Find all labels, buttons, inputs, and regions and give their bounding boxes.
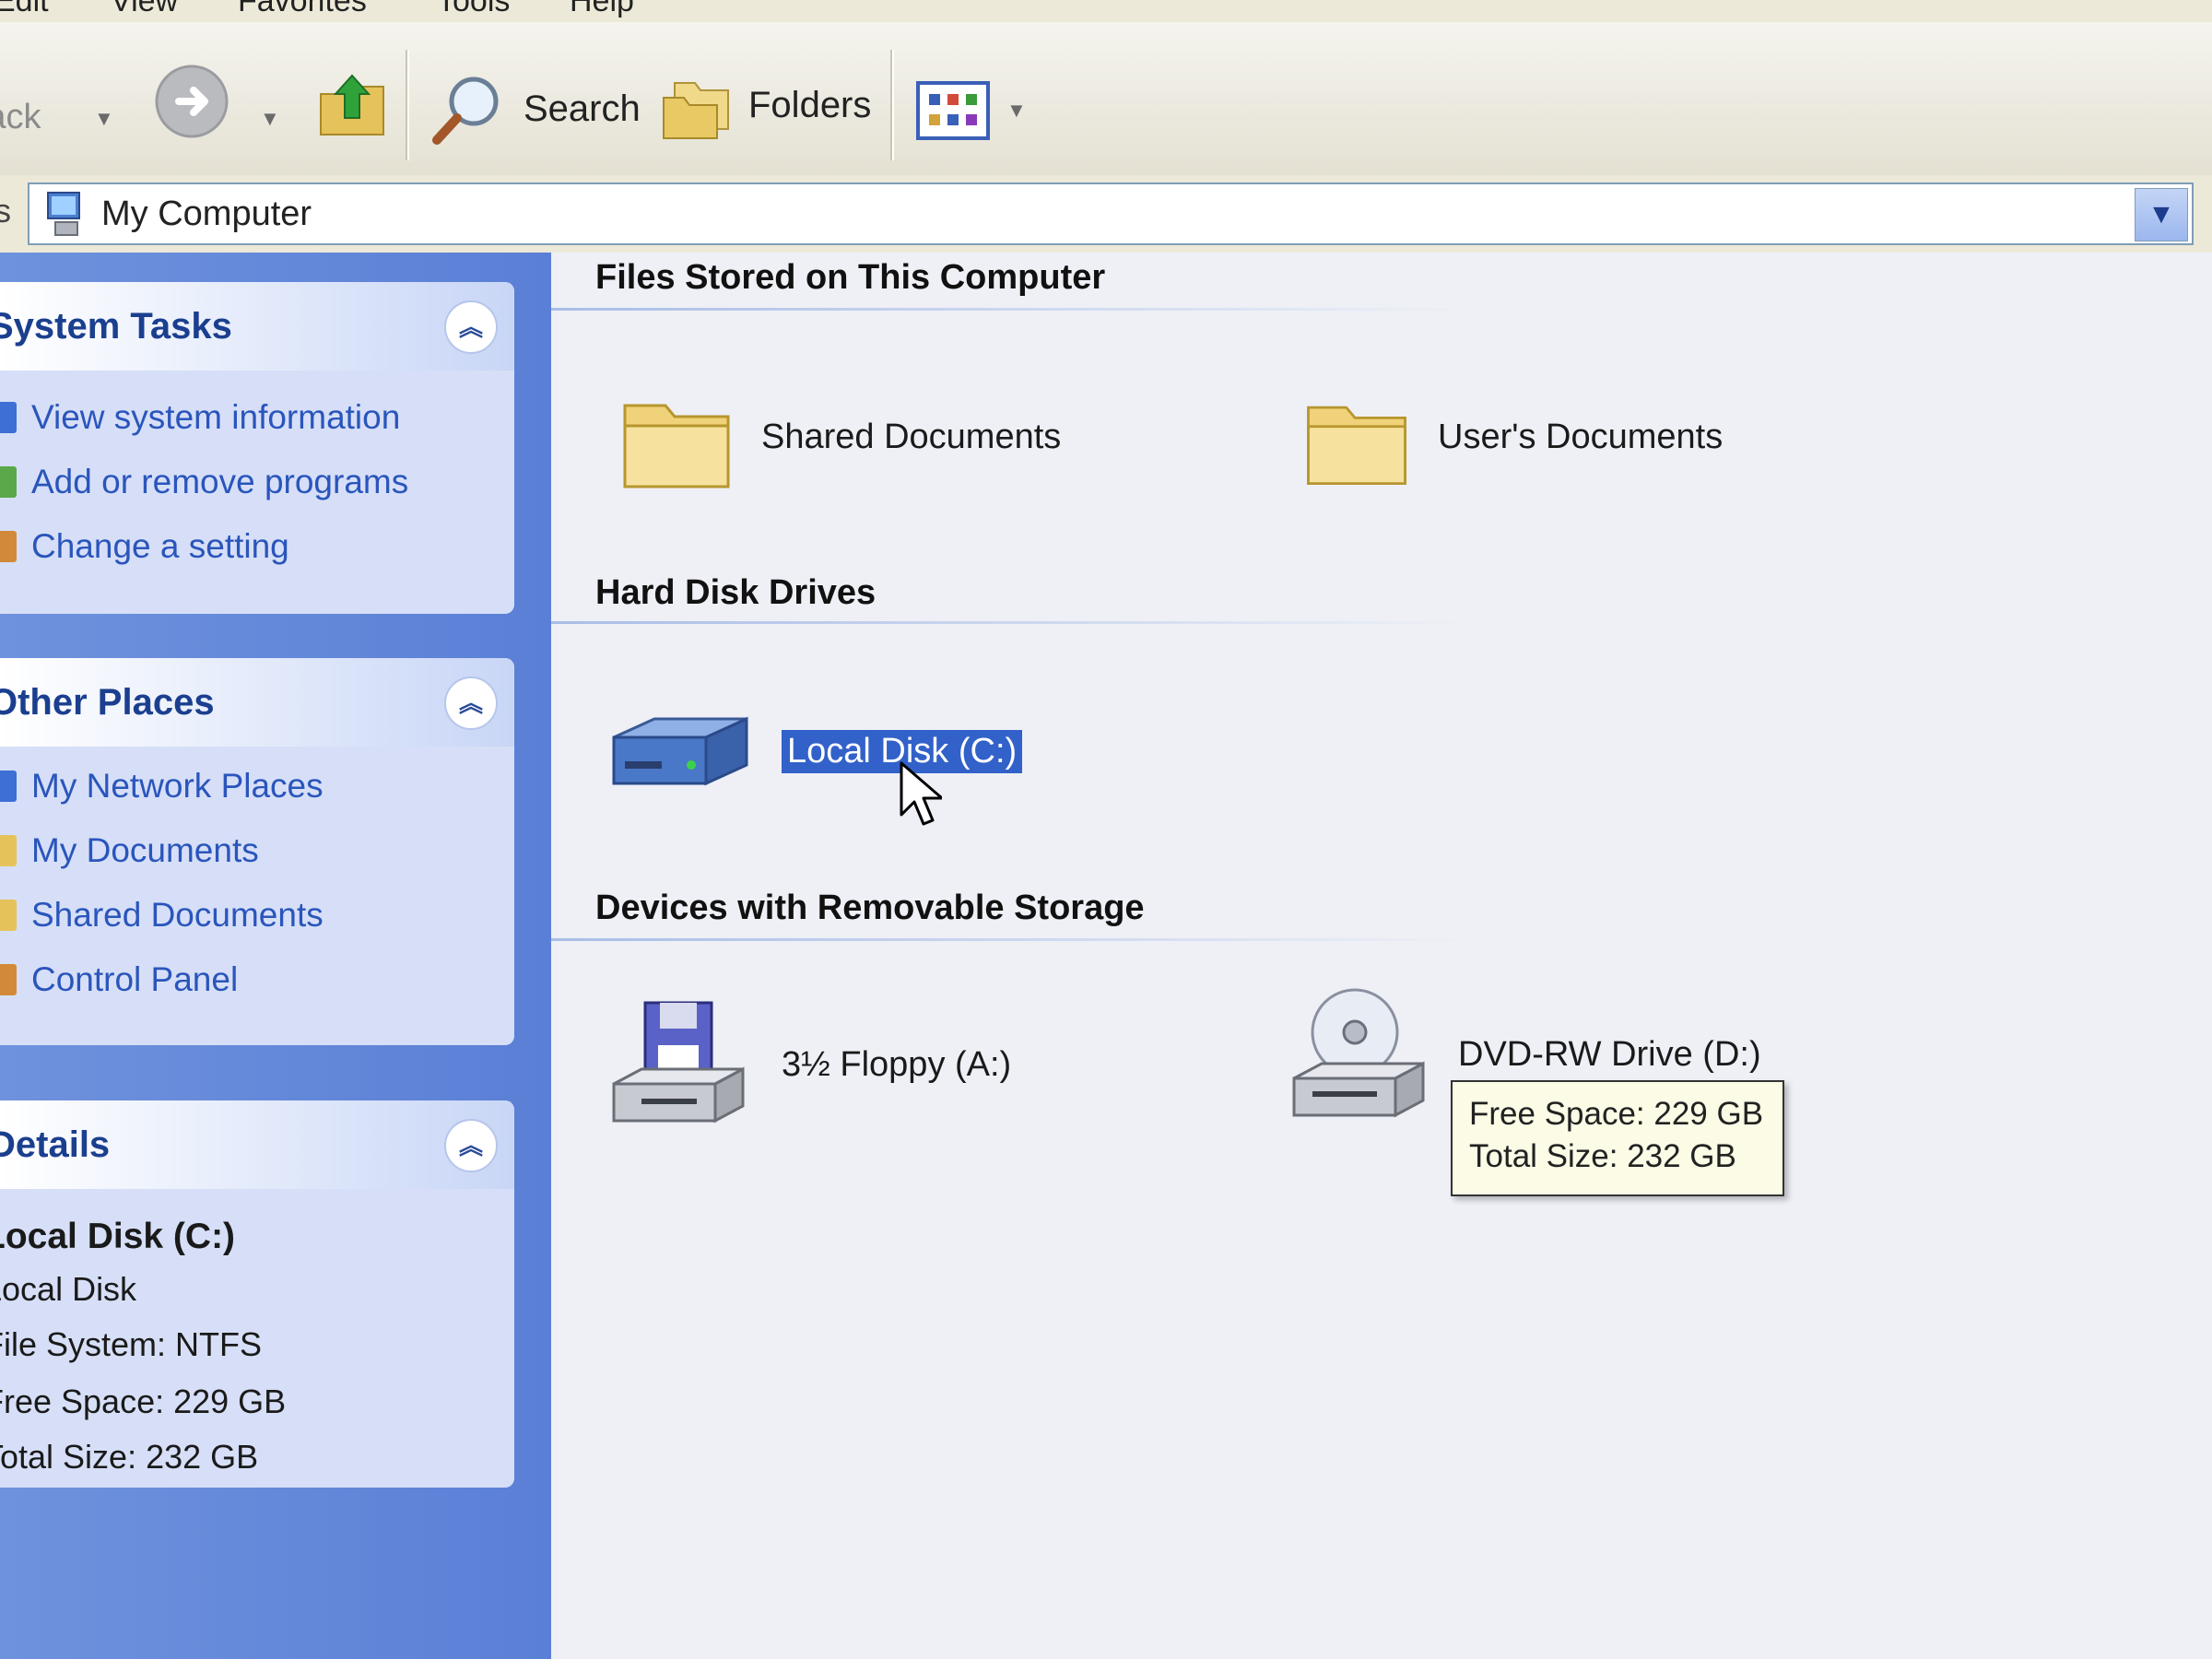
system-tasks-panel: System Tasks ︽ View system information A…	[0, 282, 514, 614]
drive-info-tooltip: Free Space: 229 GB Total Size: 232 GB	[1451, 1080, 1784, 1196]
search-button[interactable]: Search	[429, 70, 641, 147]
folder-icon	[1307, 406, 1406, 486]
folder-icon	[0, 900, 17, 931]
address-label: s	[0, 192, 11, 229]
up-folder-icon	[320, 74, 384, 135]
place-my-documents[interactable]: My Documents	[0, 831, 259, 870]
collapse-chevron-icon[interactable]: ︽	[444, 300, 498, 354]
tooltip-total-size: Total Size: 232 GB	[1469, 1138, 1736, 1174]
place-shared-documents[interactable]: Shared Documents	[0, 896, 324, 935]
system-tasks-title: System Tasks	[0, 306, 232, 347]
other-places-panel: Other Places ︽ My Network Places My Docu…	[0, 658, 514, 1045]
collapse-chevron-icon[interactable]: ︽	[444, 1119, 498, 1172]
other-places-header[interactable]: Other Places ︽	[0, 658, 514, 747]
menu-edit[interactable]: Edit	[0, 0, 49, 19]
address-field[interactable]: My Computer ▼	[28, 182, 2194, 245]
address-bar: s My Computer ▼	[0, 175, 2212, 254]
place-label: Control Panel	[31, 960, 239, 998]
task-change-setting[interactable]: Change a setting	[0, 527, 289, 566]
network-icon	[0, 771, 17, 802]
group-divider	[551, 938, 1473, 941]
details-header[interactable]: Details ︽	[0, 1100, 514, 1189]
address-value: My Computer	[101, 194, 312, 233]
place-label: My Documents	[31, 831, 259, 869]
back-button[interactable]: Back	[0, 98, 41, 137]
item-local-disk-c[interactable]: Local Disk (C:)	[605, 700, 1023, 802]
menu-view[interactable]: View	[111, 0, 178, 19]
programs-icon	[0, 466, 17, 498]
toolbar: Back ▼ ▼ Search Folders	[0, 22, 2212, 177]
task-label: Change a setting	[31, 527, 289, 565]
views-button[interactable]: ▼	[916, 81, 1027, 140]
group-divider	[551, 621, 1473, 624]
item-label: DVD-RW Drive (D:)	[1458, 1034, 1761, 1074]
folders-icon	[663, 82, 729, 139]
task-label: View system information	[31, 398, 401, 436]
system-tasks-header[interactable]: System Tasks ︽	[0, 282, 514, 371]
place-label: Shared Documents	[31, 896, 324, 934]
mouse-cursor-icon	[900, 761, 942, 826]
toolbar-separator	[406, 50, 409, 160]
control-panel-icon	[0, 964, 17, 995]
control-panel-icon	[0, 531, 17, 562]
folders-label: Folders	[748, 84, 872, 125]
menu-favorites[interactable]: Favorites	[238, 0, 367, 19]
content-view: Files Stored on This Computer Shared Doc…	[551, 253, 2212, 1659]
menu-bar: Edit View Favorites Tools Help	[0, 0, 2212, 23]
details-panel: Details ︽ Local Disk (C:) Local Disk Fil…	[0, 1100, 514, 1488]
task-pane: System Tasks ︽ View system information A…	[0, 253, 551, 1659]
place-my-network-places[interactable]: My Network Places	[0, 767, 324, 806]
tooltip-free-space: Free Space: 229 GB	[1469, 1096, 1764, 1132]
group-divider	[551, 308, 1473, 311]
menu-help[interactable]: Help	[570, 0, 634, 19]
item-floppy-a[interactable]: 3½ Floppy (A:)	[605, 995, 1011, 1134]
magnifier-icon	[432, 76, 499, 145]
dvd-drive-icon	[1292, 988, 1425, 1118]
item-label: User's Documents	[1438, 417, 1724, 456]
address-dropdown-button[interactable]: ▼	[2135, 188, 2188, 241]
place-label: My Network Places	[31, 767, 324, 805]
views-dropdown-icon: ▼	[1006, 99, 1027, 122]
group-files-stored: Files Stored on This Computer	[595, 258, 1106, 297]
details-file-system: File System: NTFS	[0, 1325, 263, 1363]
details-title: Details	[0, 1124, 111, 1165]
floppy-drive-icon	[612, 1001, 745, 1124]
folder-icon	[623, 404, 730, 488]
other-places-title: Other Places	[0, 682, 215, 723]
collapse-chevron-icon[interactable]: ︽	[444, 677, 498, 730]
task-add-remove-programs[interactable]: Add or remove programs	[0, 463, 408, 501]
folder-icon	[0, 835, 17, 866]
hard-drive-icon	[612, 716, 748, 786]
task-label: Add or remove programs	[31, 463, 409, 500]
details-type: Local Disk	[0, 1270, 137, 1308]
item-users-documents[interactable]: User's Documents	[1301, 382, 1723, 492]
item-label: 3½ Floppy (A:)	[782, 1044, 1012, 1084]
folders-button[interactable]: Folders	[660, 70, 871, 140]
details-free-space: Free Space: 229 GB	[0, 1382, 287, 1420]
up-button[interactable]	[315, 63, 389, 140]
task-view-system-info[interactable]: View system information	[0, 398, 400, 437]
item-label: Shared Documents	[761, 417, 1062, 456]
details-total-size: Total Size: 232 GB	[0, 1438, 259, 1476]
back-dropdown-icon[interactable]: ▼	[94, 107, 114, 131]
menu-tools[interactable]: Tools	[437, 0, 510, 19]
group-hard-disk-drives: Hard Disk Drives	[595, 573, 877, 612]
item-shared-documents[interactable]: Shared Documents	[618, 382, 1061, 492]
toolbar-separator	[890, 50, 894, 160]
group-removable-storage: Devices with Removable Storage	[595, 888, 1145, 927]
details-name: Local Disk (C:)	[0, 1217, 236, 1256]
search-label: Search	[524, 88, 641, 129]
place-control-panel[interactable]: Control Panel	[0, 960, 238, 999]
forward-arrow-icon	[155, 65, 229, 138]
info-icon	[0, 402, 17, 433]
chevron-down-icon: ▼	[2147, 199, 2175, 229]
my-computer-icon	[47, 192, 80, 236]
views-icon	[916, 81, 990, 140]
forward-button[interactable]	[153, 63, 230, 140]
forward-dropdown-icon[interactable]: ▼	[260, 107, 280, 131]
